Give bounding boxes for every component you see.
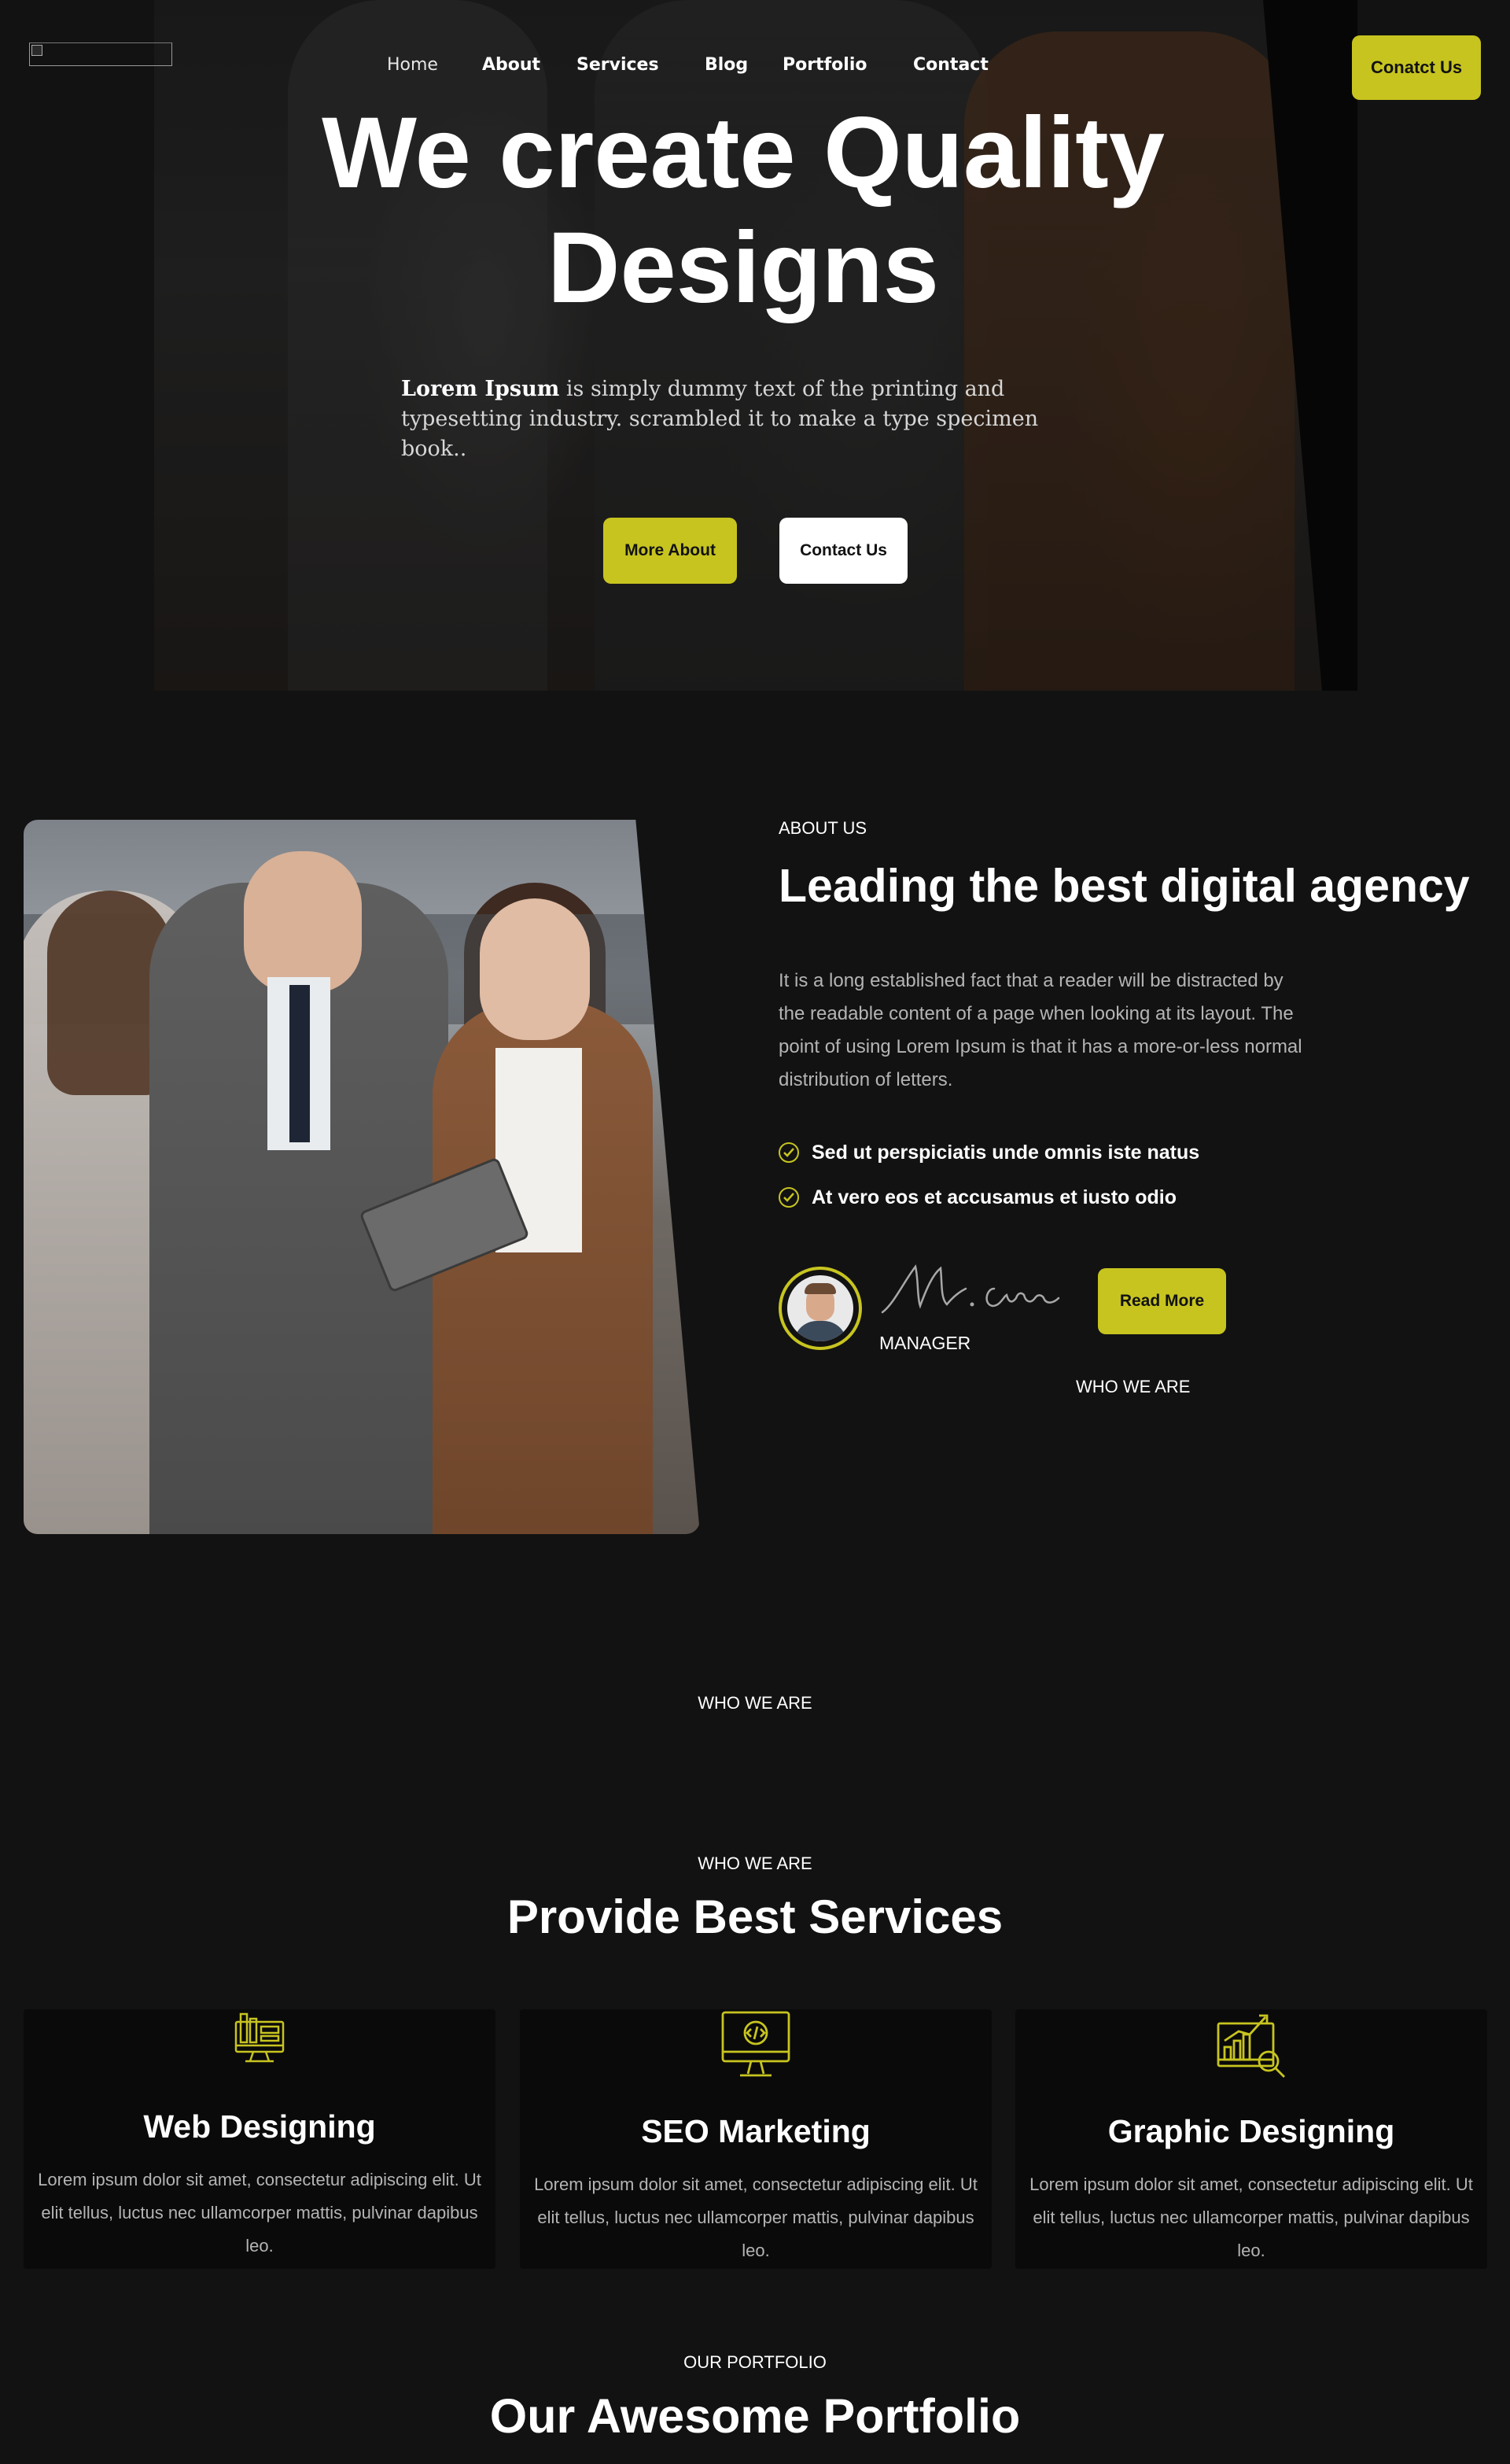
service-card[interactable]: SEO Marketing Lorem ipsum dolor sit amet…: [520, 2009, 992, 2269]
web-design-icon: [234, 2012, 285, 2063]
hero-desc-bold: Lorem Ipsum: [401, 377, 560, 401]
nav-services[interactable]: Services: [576, 55, 659, 75]
about-text: It is a long established fact that a rea…: [779, 970, 1302, 1090]
nav-portfolio[interactable]: Portfolio: [783, 55, 867, 75]
manager-avatar: [779, 1267, 862, 1350]
hero-title: We create Quality Designs: [236, 96, 1250, 326]
about-eyebrow: ABOUT US: [779, 818, 867, 838]
portfolio-eyebrow: OUR PORTFOLIO: [683, 2352, 827, 2372]
nav-about[interactable]: About: [482, 55, 540, 75]
service-card[interactable]: Graphic Designing Lorem ipsum dolor sit …: [1015, 2009, 1487, 2269]
check-circle-icon: [779, 1187, 799, 1208]
signature-image: [881, 1264, 1060, 1314]
about-who-we-are-label: WHO WE ARE: [1076, 1377, 1191, 1396]
check-item: At vero eos et accusamus et iusto odio: [779, 1185, 1177, 1210]
manager-role: MANAGER: [879, 1333, 971, 1353]
check-circle-icon: [779, 1142, 799, 1163]
more-about-button[interactable]: More About: [603, 518, 737, 584]
service-title: Web Designing: [143, 2108, 376, 2145]
analytics-chart-icon: [1217, 2014, 1285, 2078]
check-item: Sed ut perspiciatis unde omnis iste natu…: [779, 1140, 1199, 1165]
check-label: Sed ut perspiciatis unde omnis iste natu…: [812, 1141, 1200, 1164]
service-text: Lorem ipsum dolor sit amet, consectetur …: [1029, 2174, 1473, 2260]
portfolio-title: Our Awesome Portfolio: [489, 2389, 1021, 2443]
broken-image-icon: [31, 45, 42, 56]
contact-us-button[interactable]: Contact Us: [779, 518, 908, 584]
nav-contact[interactable]: Contact: [913, 55, 989, 75]
check-label: At vero eos et accusamus et iusto odio: [812, 1186, 1177, 1208]
about-team-photo: [24, 820, 700, 1534]
nav-blog[interactable]: Blog: [705, 55, 748, 75]
service-title: SEO Marketing: [641, 2113, 871, 2149]
hero-description: Lorem Ipsum is simply dummy text of the …: [401, 374, 1085, 464]
services-eyebrow: WHO WE ARE: [698, 1854, 812, 1873]
main-nav: Home About Services Blog Portfolio Conta…: [0, 55, 1510, 79]
hero-section: Home About Services Blog Portfolio Conta…: [0, 0, 1510, 692]
header-contact-button[interactable]: Conatct Us: [1352, 35, 1481, 100]
who-we-are-label: WHO WE ARE: [698, 1693, 812, 1713]
service-text: Lorem ipsum dolor sit amet, consectetur …: [534, 2174, 978, 2260]
nav-home[interactable]: Home: [387, 55, 438, 75]
service-title: Graphic Designing: [1107, 2113, 1395, 2149]
hero-title-line2: Designs: [547, 212, 939, 324]
service-text: Lorem ipsum dolor sit amet, consectetur …: [38, 2170, 481, 2256]
service-card[interactable]: Web Designing Lorem ipsum dolor sit amet…: [24, 2009, 495, 2269]
seo-code-icon: [721, 2011, 790, 2077]
services-title: Provide Best Services: [506, 1890, 1004, 1943]
about-title: Leading the best digital agency: [779, 860, 1470, 912]
hero-title-line1: We create Quality: [322, 97, 1165, 209]
read-more-button[interactable]: Read More: [1098, 1268, 1226, 1334]
